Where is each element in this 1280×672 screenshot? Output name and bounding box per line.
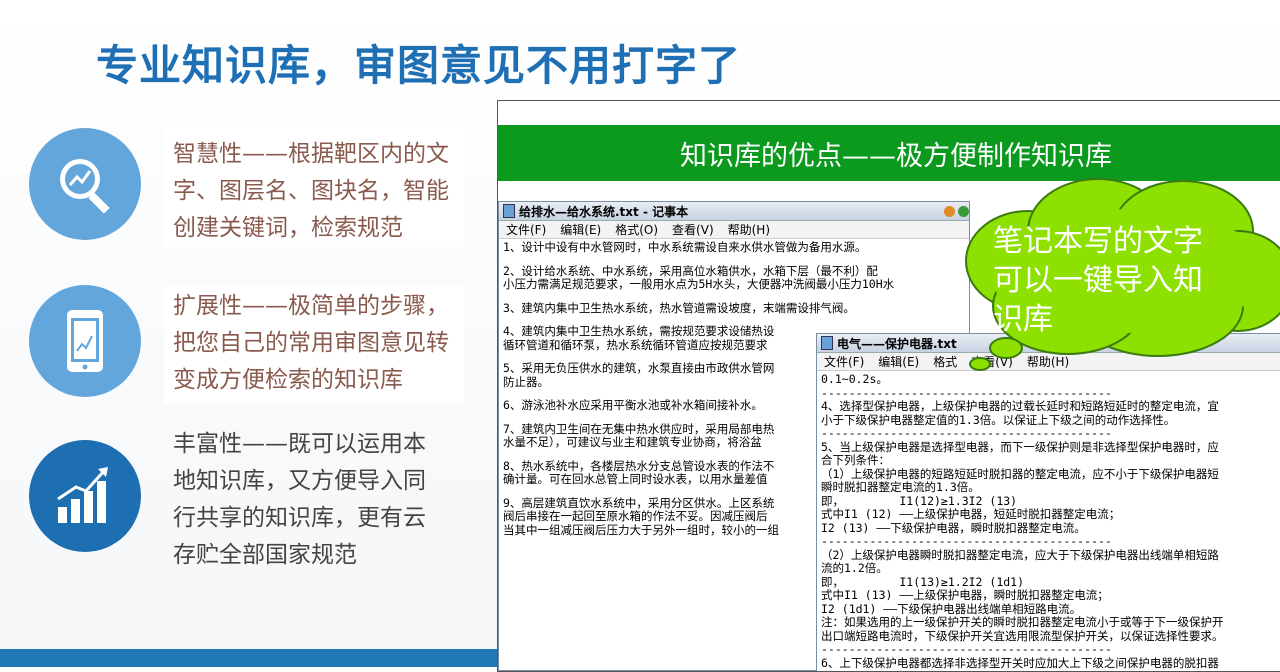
text-line: ----------------------------------------… xyxy=(821,534,1112,548)
feature-1-text: 智慧性——根据靶区内的文字、图层名、图块名，智能创建关键词，检索规范 xyxy=(164,128,464,247)
feature-3-text: 丰富性——既可以运用本地知识库，又方便导入同行共享的知识库，更有云存贮全部国家规… xyxy=(173,431,426,568)
menu-file[interactable]: 文件(F) xyxy=(506,221,546,238)
slide-title: 专业知识库，审图意见不用打字了 xyxy=(96,41,742,90)
menu-help[interactable]: 帮助(H) xyxy=(728,221,770,238)
growth-chart-icon xyxy=(29,440,141,552)
text-line: 小压力需满足规范要求，一般用水点为5H水头，大便器冲洗阀最小压力10H水 xyxy=(503,277,895,291)
menu-view[interactable]: 查看(V) xyxy=(672,221,714,238)
text-line: （2）上级保护电器瞬时脱扣器整定电流，应大于下级保护电器出线端单相短路 xyxy=(821,547,1219,562)
text-line: ----------------------------------------… xyxy=(821,385,1112,400)
feature-text-2: 扩展性——极简单的步骤，把您自己的常用审图意见转变成方便检索的知识库 xyxy=(164,286,464,403)
menu-edit[interactable]: 编辑(E) xyxy=(560,221,601,238)
text-line xyxy=(503,255,965,265)
notepad-icon xyxy=(821,336,833,350)
text-line: （1）上级保护电器的短路短延时脱扣器的整定电流，应不小于下级保护电器短 xyxy=(821,466,1219,481)
phone-chart-icon xyxy=(29,285,141,397)
notepad-titlebar[interactable]: 给排水—给水系统.txt - 记事本 xyxy=(499,202,969,221)
text-line xyxy=(503,292,965,302)
panel-banner: 知识库的优点——极方便制作知识库 xyxy=(498,125,1280,181)
text-line: 即， I1(12)≥1.3I2 (13) xyxy=(821,493,1018,508)
menu-file[interactable]: 文件(F) xyxy=(824,353,864,370)
text-line: 6、上下级保护电器都选择非选择型开关时应加大上下级之间保护电器的脱扣器 xyxy=(821,655,1219,670)
text-line: 2、设计给水系统、中水系统，采用高位水箱供水，水箱下层（最不利）配 xyxy=(503,263,878,278)
text-line: 0.1~0.2s。 xyxy=(821,372,888,386)
text-line: 合下列条件： xyxy=(821,453,890,467)
menu-format[interactable]: 格式(O) xyxy=(615,221,658,238)
text-line: 注：如果选用的上一级保护开关的瞬时脱扣器整定电流小于或等于下一级保护开 xyxy=(821,615,1224,629)
text-line: 小于下级保护电器整定值的1.3倍。以保证上下级之间的动作选择性。 xyxy=(821,412,1176,427)
cloud-callout-text: 笔记本写的文字可以一键导入知识库 xyxy=(993,224,1203,337)
menu-format[interactable]: 格式 xyxy=(933,353,957,370)
text-line: 出口端短路电流时，下级保护开关宜选用限流型保护开关，以保证选择性要求。 xyxy=(821,628,1224,643)
notepad-window-electrical[interactable]: 电气——保护电器.txt 文件(F) 编辑(E) 格式 查看(V) 帮助(H) … xyxy=(816,333,1280,671)
notepad-title: 给排水—给水系统.txt - 记事本 xyxy=(519,204,689,219)
notepad-text-area[interactable]: 0.1~0.2s。 -------------------------------… xyxy=(817,371,1280,671)
notepad-icon xyxy=(503,204,515,218)
text-line: ----------------------------------------… xyxy=(821,426,1112,440)
text-line: 1、设计中设有中水管网时，中水系统需设自来水供水管做为备用水源。 xyxy=(503,240,867,254)
text-line: 流的1.2倍。 xyxy=(821,561,888,575)
menu-edit[interactable]: 编辑(E) xyxy=(878,353,919,370)
panel-banner-text: 知识库的优点——极方便制作知识库 xyxy=(680,140,1112,172)
text-line: ----------------------------------------… xyxy=(821,642,1112,656)
text-line: 瞬时脱扣器整定电流的1.3倍。 xyxy=(821,480,980,494)
text-line: 4、选择型保护电器，上级保护电器的过载长延时和短路短延时的整定电流，宜 xyxy=(821,399,1219,413)
minimize-icon[interactable] xyxy=(944,205,955,217)
notepad-menubar: 文件(F) 编辑(E) 格式(O) 查看(V) 帮助(H) xyxy=(499,221,969,239)
feature-text-1: 智慧性——根据靶区内的文字、图层名、图块名，智能创建关键词，检索规范 xyxy=(164,128,464,247)
text-line: 5、当上级保护电器是选择型电器，而下一级保护则是非选择型保护电器时，应 xyxy=(821,439,1219,454)
text-line: 式中I1 (13) ——上级保护电器，瞬时脱扣器整定电流； xyxy=(821,588,1109,602)
text-line: I2 (13) ——下级保护电器，瞬时脱扣器整定电流。 xyxy=(821,520,1086,535)
text-line: 式中I1 (12) ——上级保护电器，短延时脱扣器整定电流； xyxy=(821,507,1121,521)
text-line: 即， I1(13)≥1.2I2 (1d1) xyxy=(821,574,1025,589)
text-line: I2 (1d1) ——下级保护电器出线端单相短路电流。 xyxy=(821,601,1082,616)
bottom-accent-bar xyxy=(0,649,497,667)
notepad-title: 电气——保护电器.txt xyxy=(837,336,957,351)
feature-text-3: 丰富性——既可以运用本地知识库，又方便导入同行共享的知识库，更有云存贮全部国家规… xyxy=(173,426,448,574)
feature-2-text: 扩展性——极简单的步骤，把您自己的常用审图意见转变成方便检索的知识库 xyxy=(164,286,464,403)
search-chart-icon xyxy=(29,128,141,240)
text-line: 3、建筑内集中卫生热水系统，热水管道需设坡度，末端需设排气阀。 xyxy=(503,300,855,315)
